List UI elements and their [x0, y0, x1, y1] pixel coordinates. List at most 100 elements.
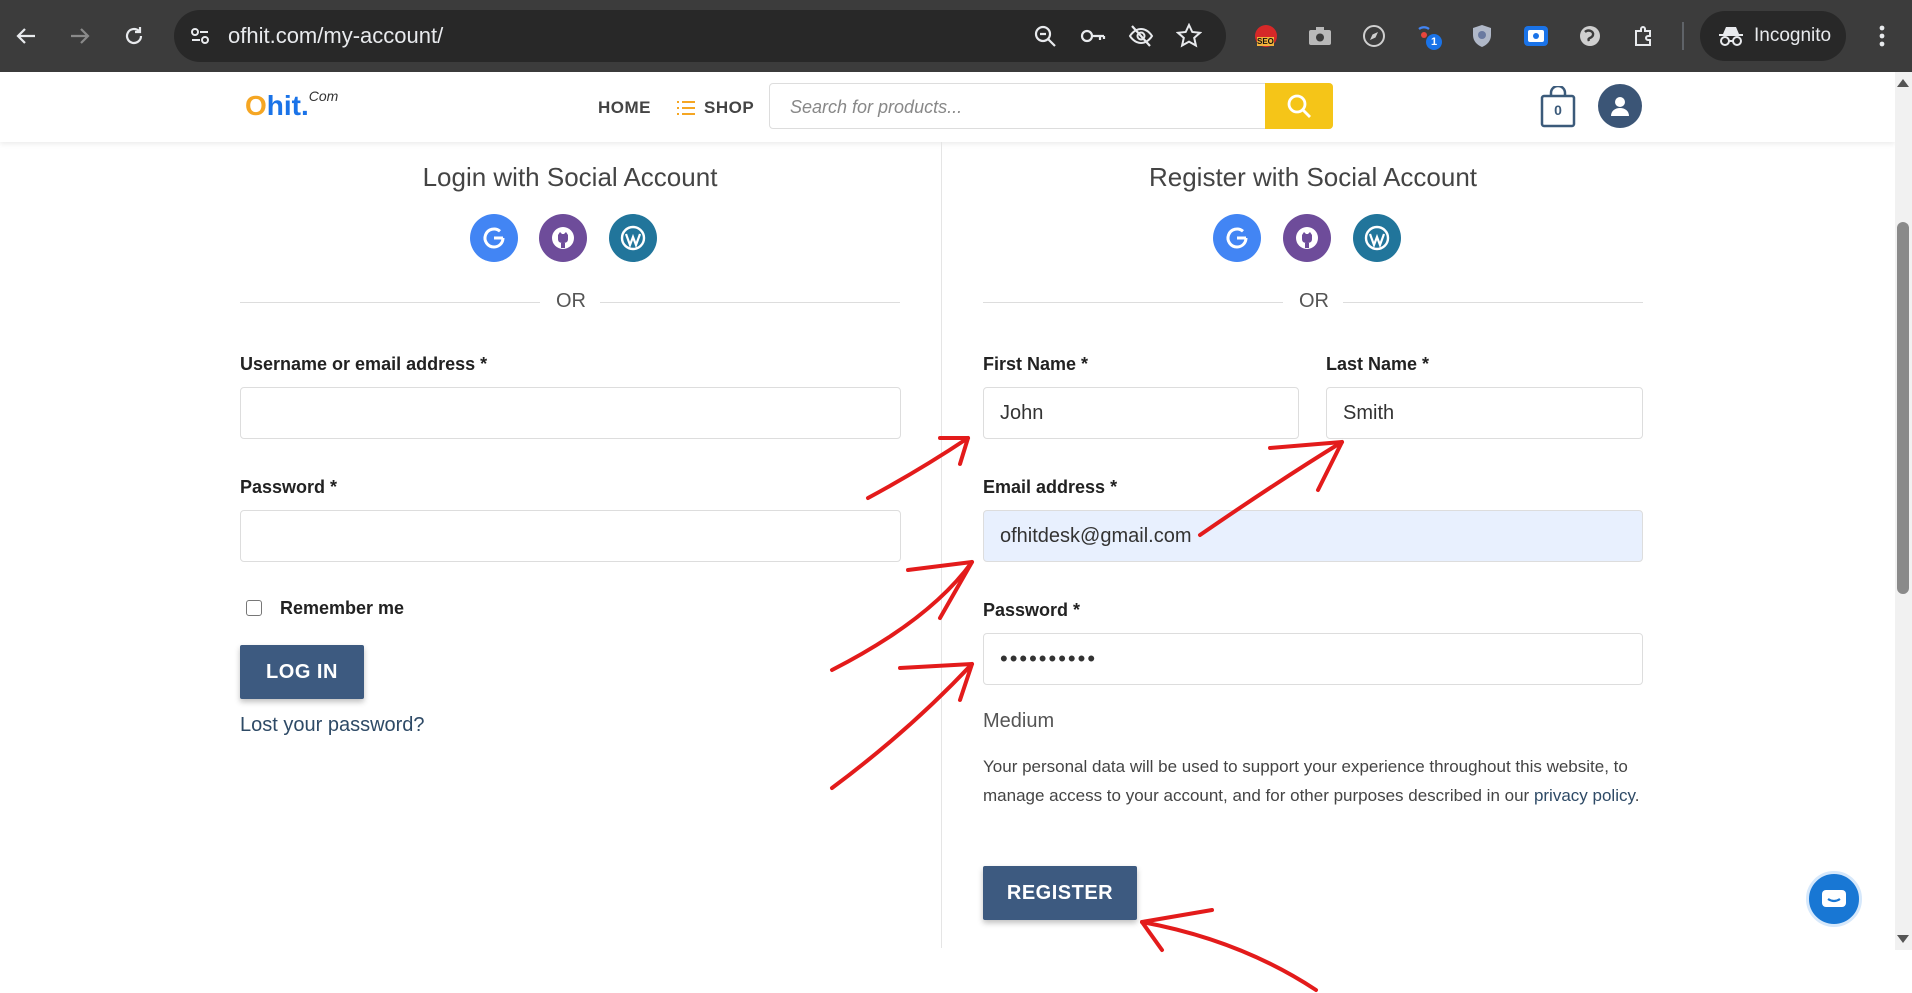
- browser-menu-button[interactable]: [1864, 18, 1900, 54]
- scroll-down-arrow-icon[interactable]: [1896, 934, 1910, 944]
- screen-extension-icon[interactable]: [1520, 20, 1552, 52]
- wifi-extension-icon[interactable]: 1: [1412, 20, 1444, 52]
- url-text[interactable]: ofhit.com/my-account/: [228, 23, 443, 49]
- arrow-to-first-name-head: [938, 436, 970, 466]
- register-password-label: Password *: [983, 600, 1081, 620]
- nav-home[interactable]: HOME: [598, 98, 651, 118]
- nav-shop[interactable]: SHOP: [676, 98, 754, 118]
- login-google-button[interactable]: [470, 214, 518, 262]
- arrow-to-register-head: [1140, 908, 1214, 952]
- register-wordpress-button[interactable]: [1353, 214, 1401, 262]
- list-icon: [677, 101, 695, 115]
- cart-button[interactable]: 0: [1540, 84, 1576, 128]
- privacy-notice: Your personal data will be used to suppo…: [983, 752, 1653, 810]
- github-icon: [552, 227, 574, 249]
- first-name-label: First Name *: [983, 354, 1089, 374]
- browser-toolbar: ofhit.com/my-account/ SEO 1 Incognito: [0, 0, 1912, 72]
- address-bar[interactable]: ofhit.com/my-account/: [174, 10, 1226, 62]
- arrow-to-email-head: [906, 560, 974, 620]
- login-password-field[interactable]: [240, 510, 901, 562]
- arrow-to-register: [1140, 920, 1318, 992]
- cart-count: 0: [1554, 102, 1562, 118]
- toolbar-separator: [1682, 22, 1684, 50]
- extension-badge-count: 1: [1426, 34, 1442, 50]
- back-button[interactable]: [8, 18, 44, 54]
- logo-suffix: Com: [308, 87, 339, 104]
- username-field[interactable]: [240, 387, 901, 439]
- login-wordpress-button[interactable]: [609, 214, 657, 262]
- back-arrow-icon: [16, 28, 35, 44]
- google-icon: [483, 227, 505, 249]
- email-field[interactable]: ofhitdesk@gmail.com: [983, 510, 1643, 562]
- chat-widget-button[interactable]: [1806, 871, 1862, 927]
- first-name-field[interactable]: John: [983, 387, 1299, 439]
- scroll-up-arrow-icon[interactable]: [1896, 78, 1910, 88]
- arrow-to-password: [830, 662, 974, 790]
- product-search[interactable]: Search for products...: [769, 83, 1333, 129]
- register-button[interactable]: REGISTER: [983, 866, 1137, 920]
- extensions-puzzle-icon[interactable]: [1628, 20, 1660, 52]
- site-header: Ohit.Com HOME SHOP Search for products..…: [0, 72, 1895, 142]
- incognito-indicator[interactable]: Incognito: [1700, 11, 1846, 61]
- logo-first-letter: O: [245, 90, 267, 121]
- privacy-text: Your personal data will be used to suppo…: [983, 757, 1628, 805]
- remember-me-label[interactable]: Remember me: [280, 598, 404, 619]
- login-title: Login with Social Account: [422, 162, 718, 192]
- scrollbar-thumb[interactable]: [1897, 222, 1909, 594]
- kebab-menu-icon: [1879, 25, 1885, 47]
- search-input[interactable]: Search for products...: [790, 97, 962, 118]
- seo-extension-label: SEO: [1257, 37, 1274, 46]
- github-icon: [1296, 227, 1318, 249]
- zoom-icon[interactable]: [1032, 23, 1058, 49]
- remember-me-checkbox[interactable]: [246, 600, 262, 616]
- or-divider-left: [240, 302, 540, 303]
- swirl-extension-icon[interactable]: [1574, 20, 1606, 52]
- account-avatar[interactable]: [1598, 84, 1642, 128]
- username-label: Username or email address *: [240, 354, 488, 374]
- reload-button[interactable]: [116, 18, 152, 54]
- privacy-end: .: [1634, 786, 1640, 805]
- login-password-label: Password *: [240, 477, 338, 497]
- arrow-to-first-name: [866, 436, 970, 500]
- wordpress-icon: [1364, 225, 1390, 251]
- tracking-eye-off-icon[interactable]: [1128, 23, 1154, 49]
- login-github-button[interactable]: [539, 214, 587, 262]
- arrow-to-last-name-head: [1268, 440, 1344, 492]
- email-label: Email address *: [983, 477, 1118, 497]
- site-logo[interactable]: Ohit.Com: [245, 87, 339, 122]
- or-divider-right: [1343, 302, 1643, 303]
- login-button[interactable]: LOG IN: [240, 645, 364, 699]
- chat-icon: [1822, 890, 1846, 907]
- last-name-label: Last Name *: [1326, 354, 1430, 374]
- register-github-button[interactable]: [1283, 214, 1331, 262]
- column-divider: [941, 142, 942, 948]
- forward-button[interactable]: [62, 18, 98, 54]
- seo-extension-icon[interactable]: SEO: [1250, 20, 1282, 52]
- nav-shop-label: SHOP: [704, 98, 755, 117]
- arrow-to-email: [830, 560, 974, 672]
- register-google-button[interactable]: [1213, 214, 1261, 262]
- camera-extension-icon[interactable]: [1304, 20, 1336, 52]
- bookmark-star-icon[interactable]: [1176, 23, 1202, 49]
- shield-extension-icon[interactable]: [1466, 20, 1498, 52]
- site-info-icon[interactable]: [188, 24, 212, 48]
- search-icon: [1287, 94, 1311, 118]
- arrow-to-password-head: [898, 662, 974, 702]
- register-password-field[interactable]: ••••••••••: [983, 633, 1643, 685]
- privacy-policy-link[interactable]: privacy policy: [1534, 786, 1635, 805]
- search-button[interactable]: [1265, 83, 1333, 129]
- or-divider-left: [983, 302, 1283, 303]
- password-key-icon[interactable]: [1080, 23, 1106, 49]
- register-title: Register with Social Account: [1148, 162, 1478, 192]
- user-icon: [1611, 97, 1629, 116]
- wordpress-icon: [620, 225, 646, 251]
- password-strength: Medium: [983, 710, 1055, 732]
- incognito-label: Incognito: [1754, 25, 1832, 46]
- compass-extension-icon[interactable]: [1358, 20, 1390, 52]
- last-name-field[interactable]: Smith: [1326, 387, 1643, 439]
- seo-extension-badge: SEO: [1255, 25, 1277, 47]
- login-or-label: OR: [556, 290, 586, 312]
- forward-arrow-icon: [71, 28, 90, 44]
- lost-password-link[interactable]: Lost your password?: [240, 714, 425, 737]
- reload-icon: [125, 27, 143, 45]
